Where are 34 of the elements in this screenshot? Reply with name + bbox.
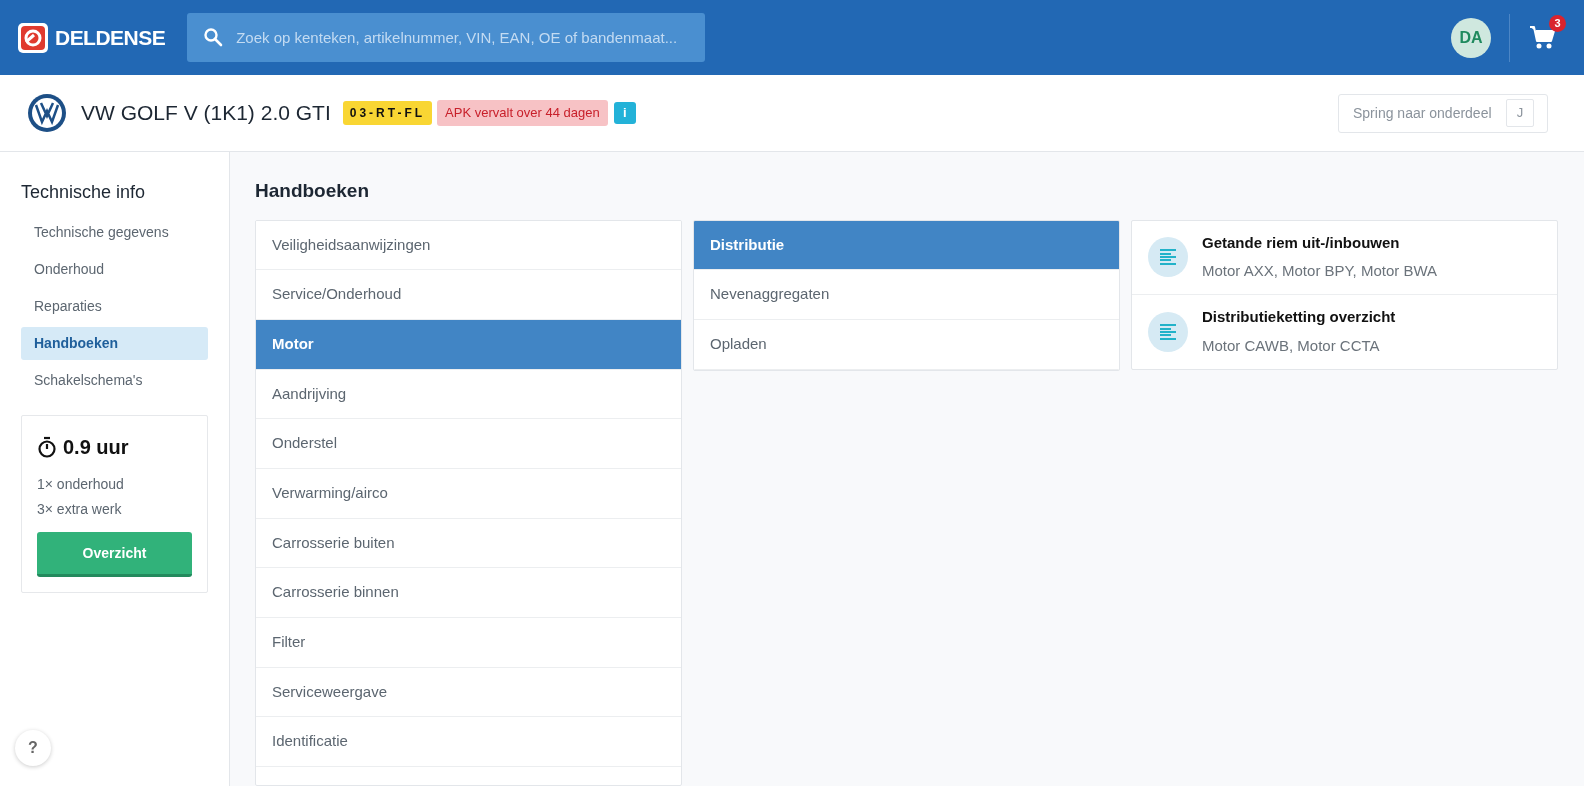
labor-hours: 0.9 uur bbox=[63, 435, 129, 460]
search-icon bbox=[203, 27, 224, 47]
sidebar-item[interactable]: Technische gegevens bbox=[21, 216, 208, 249]
document-item[interactable]: Distributieketting overzicht Motor CAWB, Motor CCTA bbox=[1132, 294, 1557, 369]
labor-detail: 1× onderhoud bbox=[37, 475, 125, 494]
category-item[interactable]: Veiligheidsaanwijzingen bbox=[256, 220, 681, 271]
document-text-icon bbox=[1148, 311, 1188, 352]
sidebar-item[interactable]: Reparaties bbox=[21, 290, 208, 323]
apk-warning: APK vervalt over 44 dagen bbox=[437, 100, 608, 126]
sidebar-item[interactable]: Schakelschema's bbox=[21, 364, 208, 397]
document-text-icon bbox=[1148, 237, 1188, 277]
document-title: Getande riem uit-/inbouwen bbox=[1202, 232, 1401, 253]
labor-detail: 3× extra werk bbox=[37, 500, 123, 519]
sidebar-item[interactable]: Handboeken bbox=[21, 327, 208, 360]
logo-icon[interactable] bbox=[18, 22, 48, 53]
document-item[interactable]: Getande riem uit-/inbouwen Motor AXX, Motor BPY, Motor BWA bbox=[1132, 220, 1557, 295]
document-engines: Motor CAWB, Motor CCTA bbox=[1202, 335, 1381, 356]
search-field[interactable]: Zoek op kenteken, artikelnummer, VIN, EAN, OE of bandenmaat... bbox=[187, 13, 706, 62]
sidebar-title: Technische info bbox=[21, 181, 147, 204]
category-item[interactable]: Distributie bbox=[694, 220, 1119, 271]
vehicle-name: VW GOLF V (1K1) 2.0 GTI bbox=[81, 100, 331, 127]
shortcut-key: J bbox=[1506, 98, 1534, 127]
logo-text[interactable]: DELDENSE bbox=[55, 21, 166, 54]
user-avatar[interactable]: DA bbox=[1451, 17, 1491, 58]
sidebar-item[interactable]: Onderhoud bbox=[21, 253, 208, 286]
document-title: Distributieketting overzicht bbox=[1202, 307, 1396, 327]
stopwatch-icon bbox=[37, 436, 57, 458]
car-brand-logo-icon bbox=[27, 93, 67, 133]
license-plate: 03-RT-FL bbox=[342, 101, 433, 125]
page-title: Handboeken bbox=[255, 179, 371, 203]
category-item[interactable]: Motor bbox=[256, 319, 681, 370]
document-engines: Motor AXX, Motor BPY, Motor BWA bbox=[1202, 261, 1438, 281]
help-button[interactable]: ? bbox=[15, 730, 51, 766]
cart-count-badge: 3 bbox=[1549, 14, 1566, 32]
